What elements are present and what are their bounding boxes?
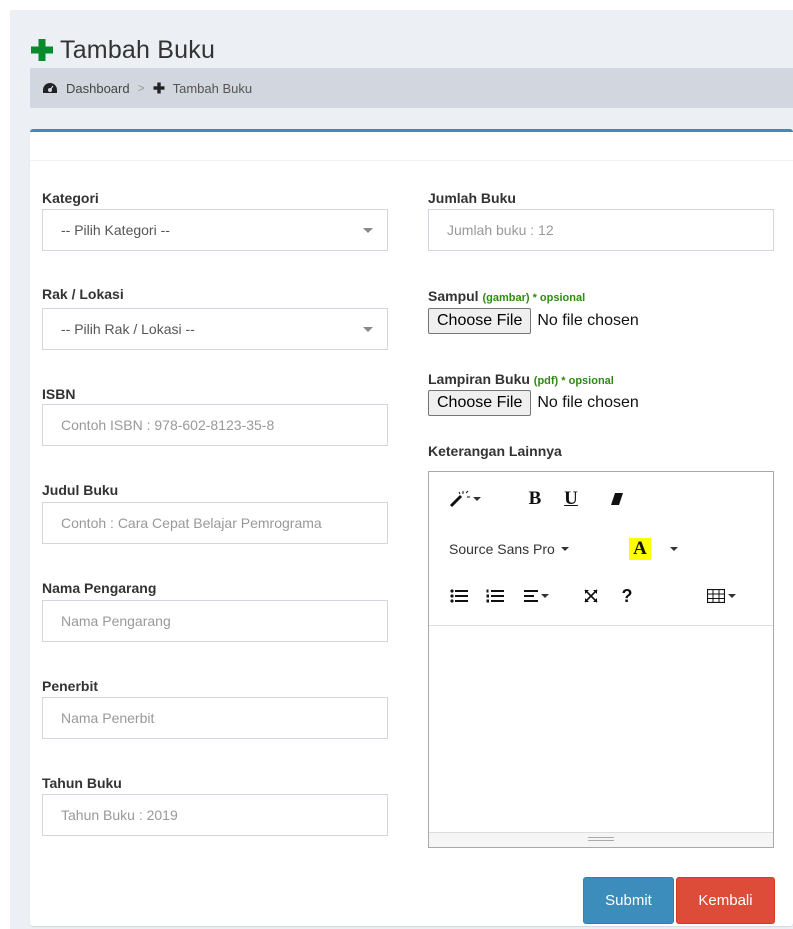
sampul-file-status: No file chosen (537, 312, 639, 329)
jumlah-input[interactable]: Jumlah buku : 12 (428, 209, 774, 251)
chevron-down-icon (363, 327, 373, 332)
rak-selected: -- Pilih Rak / Lokasi -- (61, 321, 195, 337)
kategori-selected: -- Pilih Kategori -- (61, 222, 170, 238)
page-header: Tambah Buku (30, 30, 215, 70)
font-color-dropdown[interactable] (667, 538, 681, 560)
editor-resize-handle[interactable] (429, 832, 773, 847)
breadcrumb-current-label: Tambah Buku (172, 80, 253, 96)
judul-input[interactable]: Contoh : Cara Cepat Belajar Pemrograma (42, 502, 388, 544)
dashboard-icon (42, 82, 58, 95)
tahun-input[interactable]: Tahun Buku : 2019 (42, 794, 388, 836)
kategori-label: Kategori (42, 190, 99, 206)
tahun-label: Tahun Buku (42, 775, 122, 791)
jumlah-placeholder: Jumlah buku : 12 (447, 222, 554, 238)
table-icon[interactable] (701, 586, 741, 606)
form-box: Kategori -- Pilih Kategori -- Rak / Loka… (30, 129, 793, 926)
resize-grip-icon (588, 837, 614, 838)
fullscreen-icon[interactable] (581, 586, 601, 606)
pengarang-placeholder: Nama Pengarang (61, 613, 171, 629)
bold-button[interactable]: B (525, 488, 545, 510)
chevron-down-icon (670, 547, 678, 551)
font-name-label: Source Sans Pro (449, 541, 555, 557)
sampul-choose-file-button[interactable]: Choose File (428, 308, 532, 334)
keterangan-label: Keterangan Lainnya (428, 443, 562, 459)
breadcrumb-separator: > (137, 81, 145, 95)
judul-label: Judul Buku (42, 482, 119, 498)
lampiran-choose-file-button[interactable]: Choose File (428, 390, 532, 416)
penerbit-input[interactable]: Nama Penerbit (42, 697, 388, 739)
jumlah-label: Jumlah Buku (428, 190, 516, 206)
judul-placeholder: Contoh : Cara Cepat Belajar Pemrograma (61, 515, 322, 531)
editor-content-area[interactable] (429, 626, 773, 831)
pengarang-input[interactable]: Nama Pengarang (42, 600, 388, 642)
isbn-input[interactable]: Contoh ISBN : 978-602-8123-35-8 (42, 404, 388, 446)
font-family-dropdown[interactable]: Source Sans Pro (449, 538, 569, 560)
chevron-down-icon (560, 547, 569, 551)
box-header-divider (30, 160, 793, 161)
unordered-list-icon[interactable] (449, 586, 469, 606)
content-wrapper: Tambah Buku Dashboard > Tambah Buku Kate… (10, 10, 793, 929)
sampul-label: Sampul (gambar) * opsional (428, 288, 585, 304)
breadcrumb-home-label: Dashboard (66, 80, 130, 96)
magic-wand-icon[interactable] (447, 488, 483, 510)
lampiran-file-input[interactable]: Choose File No file chosen (428, 390, 639, 416)
editor-toolbar: B U Source Sans Pro A ? (429, 472, 773, 626)
underline-button[interactable]: U (561, 488, 581, 510)
penerbit-label: Penerbit (42, 678, 99, 694)
breadcrumb: Dashboard > Tambah Buku (30, 68, 793, 108)
sampul-hint: (gambar) * opsional (482, 292, 586, 304)
font-color-button[interactable]: A (629, 538, 651, 560)
plus-small-icon (153, 82, 165, 94)
lampiran-hint: (pdf) * opsional (533, 375, 614, 387)
submit-button[interactable]: Submit (583, 877, 674, 924)
plus-icon (30, 38, 54, 62)
eraser-icon[interactable] (609, 490, 625, 508)
penerbit-placeholder: Nama Penerbit (61, 710, 155, 726)
chevron-down-icon (473, 497, 481, 501)
sampul-file-input[interactable]: Choose File No file chosen (428, 308, 639, 334)
back-button[interactable]: Kembali (676, 877, 775, 924)
lampiran-label-text: Lampiran Buku (428, 371, 530, 387)
page-title: Tambah Buku (60, 35, 216, 64)
breadcrumb-current: Tambah Buku (153, 80, 253, 96)
chevron-down-icon (727, 594, 736, 598)
rak-select[interactable]: -- Pilih Rak / Lokasi -- (42, 308, 388, 350)
rak-label: Rak / Lokasi (42, 286, 124, 302)
chevron-down-icon (540, 594, 549, 598)
rich-text-editor: B U Source Sans Pro A ? (428, 471, 774, 848)
align-icon[interactable] (519, 586, 553, 606)
help-button[interactable]: ? (619, 585, 635, 607)
pengarang-label: Nama Pengarang (42, 580, 157, 596)
lampiran-label: Lampiran Buku (pdf) * opsional (428, 371, 614, 387)
ordered-list-icon[interactable] (485, 586, 505, 606)
sampul-label-text: Sampul (428, 288, 479, 304)
isbn-placeholder: Contoh ISBN : 978-602-8123-35-8 (61, 417, 275, 433)
kategori-select[interactable]: -- Pilih Kategori -- (42, 209, 388, 251)
lampiran-file-status: No file chosen (537, 394, 639, 411)
breadcrumb-home[interactable]: Dashboard (42, 81, 130, 96)
tahun-placeholder: Tahun Buku : 2019 (61, 807, 178, 823)
isbn-label: ISBN (42, 386, 76, 402)
chevron-down-icon (363, 228, 373, 233)
